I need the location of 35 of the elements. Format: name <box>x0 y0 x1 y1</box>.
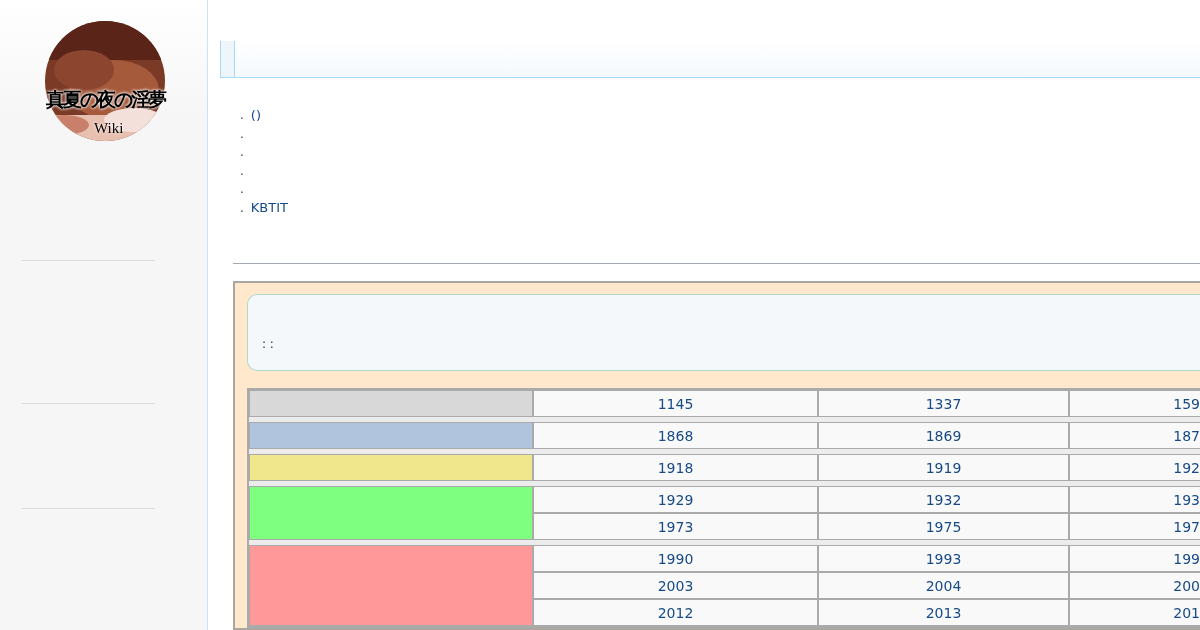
year-link[interactable]: 159 <box>1173 396 1200 411</box>
year-link[interactable]: 2012 <box>657 605 694 620</box>
year-link[interactable]: 1868 <box>657 428 694 443</box>
list-link[interactable]: KBTIT <box>250 201 288 215</box>
year-link[interactable]: 200 <box>1173 578 1200 593</box>
tab[interactable] <box>221 40 235 77</box>
year-link[interactable]: 1929 <box>657 492 694 507</box>
year-link[interactable]: 2013 <box>925 605 962 620</box>
year-link[interactable]: 1993 <box>925 551 962 566</box>
year-link[interactable]: 1990 <box>657 551 694 566</box>
year-link[interactable]: 2003 <box>657 578 694 593</box>
bullet: . <box>240 146 244 159</box>
year-link[interactable]: 1932 <box>925 492 962 507</box>
notice-text: : : <box>262 336 274 353</box>
year-link[interactable]: 1869 <box>925 428 962 443</box>
year-link[interactable]: 2004 <box>925 578 962 593</box>
year-link[interactable]: 187 <box>1173 428 1200 443</box>
logo-subtitle: Wiki <box>94 121 124 136</box>
year-link[interactable]: 1337 <box>925 396 962 411</box>
year-link[interactable]: 199 <box>1173 551 1200 566</box>
year-link[interactable]: 1919 <box>925 460 962 475</box>
year-link[interactable]: 201 <box>1173 605 1200 620</box>
list-link[interactable]: () <box>250 108 261 122</box>
year-link[interactable]: 1145 <box>657 396 694 411</box>
year-link[interactable]: 197 <box>1173 519 1200 534</box>
bullet: . <box>240 201 244 214</box>
year-link[interactable]: 192 <box>1173 460 1200 475</box>
bullet: . <box>240 127 244 140</box>
year-link[interactable]: 193 <box>1173 492 1200 507</box>
bullet: . <box>240 164 244 177</box>
year-link[interactable]: 1918 <box>657 460 694 475</box>
bullet: . <box>240 109 244 122</box>
bullet: . <box>240 183 244 196</box>
year-link[interactable]: 1975 <box>925 519 962 534</box>
year-link[interactable]: 1973 <box>657 519 694 534</box>
